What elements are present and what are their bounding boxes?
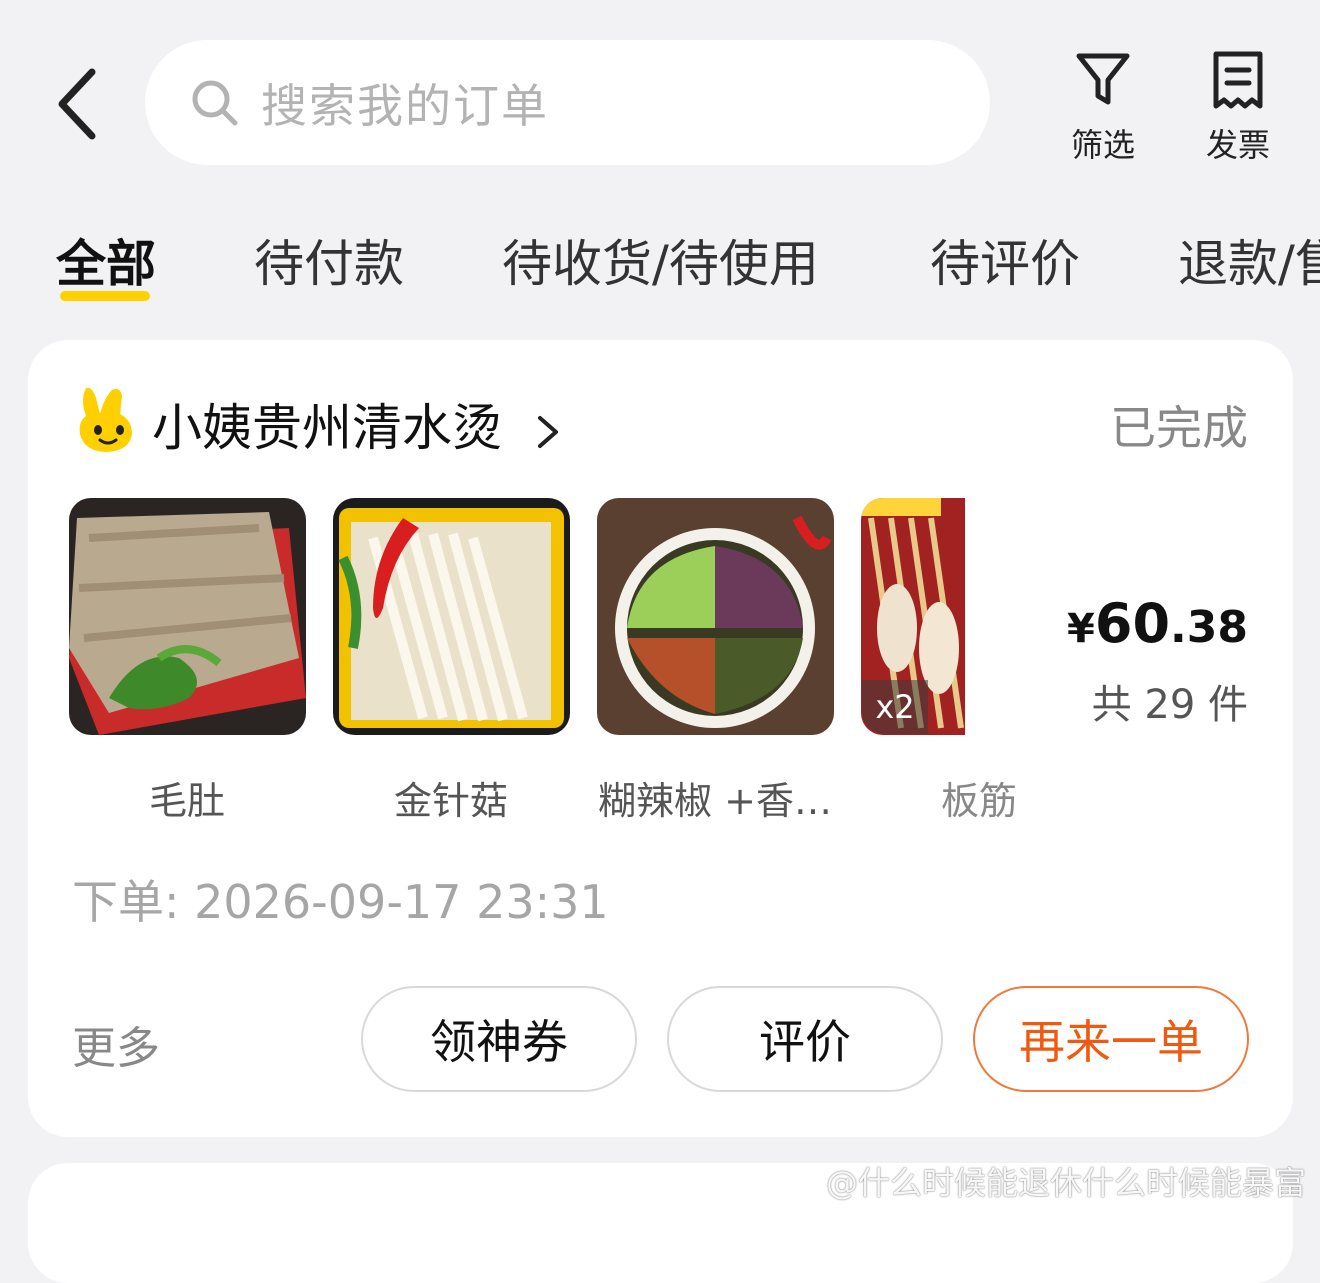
watermark: @什么时候能退休什么时候能暴富 xyxy=(825,1164,1306,1202)
price-symbol: ¥ xyxy=(1067,606,1095,652)
more-button[interactable]: 更多 xyxy=(72,1012,160,1076)
search-icon xyxy=(192,80,238,125)
tab-pending-payment[interactable]: 待付款 xyxy=(254,224,404,296)
filter-button[interactable]: 筛选 xyxy=(1048,50,1158,166)
chili-image xyxy=(597,498,834,735)
tab-active-indicator xyxy=(60,291,150,301)
search-placeholder: 搜索我的订单 xyxy=(261,78,549,133)
back-button[interactable] xyxy=(52,66,112,142)
enoki-image xyxy=(333,498,570,735)
tab-pending-delivery[interactable]: 待收货/待使用 xyxy=(502,224,819,296)
invoice-icon xyxy=(1213,51,1263,109)
invoice-button[interactable]: 发票 xyxy=(1183,50,1293,166)
search-input[interactable]: 搜索我的订单 xyxy=(145,40,990,165)
store-link[interactable]: 小姨贵州清水烫 xyxy=(152,388,562,460)
chevron-left-icon xyxy=(58,68,96,140)
tripe-image xyxy=(69,498,306,735)
reorder-button[interactable]: 再来一单 xyxy=(973,986,1249,1092)
filter-icon xyxy=(1076,53,1130,105)
item-image-chili[interactable] xyxy=(597,498,834,735)
price-decimal: .38 xyxy=(1170,602,1248,653)
chevron-right-icon xyxy=(537,415,558,448)
review-button[interactable]: 评价 xyxy=(667,986,943,1092)
quantity-badge: x2 xyxy=(862,680,928,734)
filter-label: 筛选 xyxy=(1070,126,1135,164)
tab-pending-review[interactable]: 待评价 xyxy=(930,224,1080,296)
item-name-enoki: 金针菇 xyxy=(393,779,508,823)
item-count: 共 29 件 xyxy=(1091,682,1248,728)
price-integer: 60 xyxy=(1094,592,1171,655)
tab-refund[interactable]: 退款/售 xyxy=(1178,224,1320,296)
item-name-tripe: 毛肚 xyxy=(148,779,225,823)
get-coupon-button[interactable]: 领神券 xyxy=(361,986,637,1092)
invoice-label: 发票 xyxy=(1205,126,1270,164)
item-image-tripe[interactable] xyxy=(69,498,306,735)
item-image-enoki[interactable] xyxy=(333,498,570,735)
order-time: 下单: 2026-09-17 23:31 xyxy=(72,875,609,929)
item-name-tendon: 板筋 xyxy=(940,779,1017,823)
store-name: 小姨贵州清水烫 xyxy=(152,399,502,457)
order-price: ¥60.38 xyxy=(1067,592,1248,655)
order-status: 已完成 xyxy=(1110,401,1248,455)
tab-all[interactable]: 全部 xyxy=(56,224,156,296)
item-name-chili: 糊辣椒 +香… xyxy=(598,779,832,823)
meituan-kangaroo-logo xyxy=(79,387,132,452)
